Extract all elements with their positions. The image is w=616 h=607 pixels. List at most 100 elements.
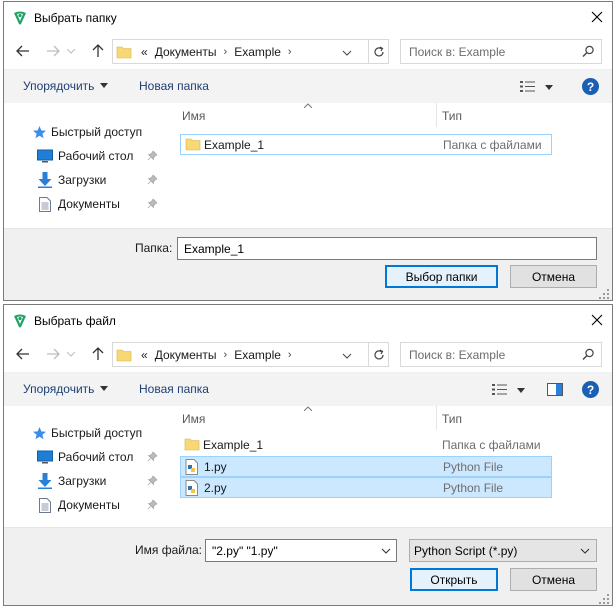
nav-item-downloads[interactable]: Загрузки [4,471,174,491]
pin-icon[interactable] [147,150,158,161]
nav-item-documents[interactable]: Документы [4,495,174,515]
search-input[interactable]: Поиск в: Example [400,39,602,64]
column-divider[interactable] [436,103,437,127]
help-button[interactable]: ? [582,78,599,95]
pin-icon[interactable] [147,174,158,185]
download-icon [36,171,54,189]
forward-button[interactable] [44,345,62,363]
arrow-left-icon [16,45,29,57]
new-folder-button[interactable]: Новая папка [139,79,209,93]
caret-down-icon[interactable] [517,388,525,393]
forward-button[interactable] [44,42,62,60]
list-item[interactable]: Example_1 Папка с файлами [180,134,552,155]
search-input[interactable]: Поиск в: Example [400,342,602,367]
view-options-icon[interactable] [520,80,536,93]
filename-label: Имя файла: [135,543,202,557]
file-type-select-value: Python Script (*.py) [414,544,518,558]
organize-menu[interactable]: Упорядочить [23,79,109,93]
close-icon [591,314,603,326]
chevron-down-icon[interactable] [340,349,354,363]
breadcrumb-item-example[interactable]: Example [234,348,281,362]
folder-icon [116,46,132,59]
column-header-name[interactable]: Имя [182,412,205,426]
dialog-footer: Имя файла: "2.py" "1.py" Python Script (… [4,527,612,605]
list-item[interactable]: Example_1 Папка с файлами [180,435,552,456]
documents-icon [36,195,54,213]
pin-icon[interactable] [147,451,158,462]
file-type-select[interactable]: Python Script (*.py) [409,539,597,562]
nav-item-downloads[interactable]: Загрузки [4,170,174,190]
back-button[interactable] [14,42,32,60]
refresh-button[interactable] [368,343,388,366]
desktop-icon [36,448,54,466]
chevron-down-icon[interactable] [340,46,354,60]
view-options-icon[interactable] [492,383,508,396]
nav-item-desktop[interactable]: Рабочий стол [4,146,174,166]
documents-icon [36,496,54,514]
chevron-down-icon[interactable] [381,546,391,556]
close-button[interactable] [586,6,608,28]
nav-item-quick-access[interactable]: Быстрый доступ [4,423,174,443]
column-header-type[interactable]: Тип [442,412,462,426]
chevron-right-icon[interactable]: › [224,349,228,361]
resize-grip-icon[interactable] [599,594,609,604]
address-bar[interactable]: « Документы › Example › [112,342,389,367]
resize-grip-icon[interactable] [599,289,609,299]
search-placeholder: Поиск в: Example [409,348,506,362]
column-header-type[interactable]: Тип [442,109,462,123]
chevron-right-icon[interactable]: › [288,46,292,58]
organize-menu[interactable]: Упорядочить [23,382,109,396]
close-icon [591,11,603,23]
pin-icon[interactable] [147,475,158,486]
select-folder-label: Выбор папки [405,269,478,284]
new-folder-button[interactable]: Новая папка [139,382,209,396]
app-logo-icon [14,314,26,328]
breadcrumb-overflow[interactable]: « [141,348,148,362]
filename-input-value: "2.py" "1.py" [212,544,278,558]
breadcrumb: « Документы › Example › [141,45,292,59]
pin-icon[interactable] [147,198,158,209]
nav-item-quick-access[interactable]: Быстрый доступ [4,122,174,142]
list-item[interactable]: 1.py Python File [180,456,552,477]
filename-input[interactable]: "2.py" "1.py" [205,539,397,562]
file-type: Python File [443,460,504,474]
breadcrumb-overflow[interactable]: « [141,45,148,59]
breadcrumb-item-documents[interactable]: Документы [155,45,217,59]
close-button[interactable] [586,309,608,331]
arrow-up-icon [92,44,104,57]
chevron-down-icon [580,548,590,554]
recent-dropdown[interactable] [66,42,76,60]
select-folder-button[interactable]: Выбор папки [385,265,498,288]
caret-down-icon[interactable] [545,85,553,90]
column-divider[interactable] [436,406,437,430]
chevron-right-icon[interactable]: › [224,46,228,58]
up-button[interactable] [89,345,107,363]
chevron-right-icon[interactable]: › [288,349,292,361]
refresh-button[interactable] [368,40,388,63]
search-icon [582,348,594,360]
cancel-button[interactable]: Отмена [510,265,597,288]
list-item[interactable]: 2.py Python File [180,477,552,498]
nav-item-documents[interactable]: Документы [4,194,174,214]
back-button[interactable] [14,345,32,363]
folder-icon [116,349,132,362]
up-button[interactable] [89,42,107,60]
column-header-name[interactable]: Имя [182,109,205,123]
organize-label: Упорядочить [23,79,95,93]
nav-label: Рабочий стол [58,149,134,163]
preview-pane-icon[interactable] [547,383,563,396]
arrow-right-icon [47,45,60,57]
help-button[interactable]: ? [582,381,599,398]
breadcrumb-item-example[interactable]: Example [234,45,281,59]
nav-label: Быстрый доступ [51,125,143,139]
address-bar[interactable]: « Документы › Example › [112,39,389,64]
file-name: 1.py [204,460,227,474]
pin-icon[interactable] [147,499,158,510]
nav-item-desktop[interactable]: Рабочий стол [4,447,174,467]
open-button[interactable]: Открыть [410,568,498,591]
cancel-button[interactable]: Отмена [510,568,597,591]
recent-dropdown[interactable] [66,345,76,363]
breadcrumb-item-documents[interactable]: Документы [155,348,217,362]
folder-input[interactable]: Example_1 [177,237,597,260]
file-type: Папка с файлами [443,138,542,152]
